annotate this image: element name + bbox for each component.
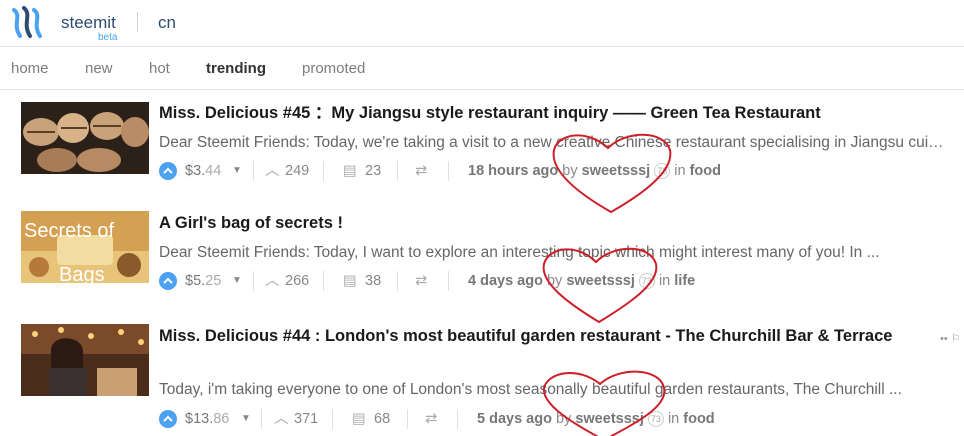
category-link[interactable]: food xyxy=(690,163,721,179)
post-title[interactable]: Miss. Delicious #44 : London's most beau… xyxy=(159,324,899,349)
post-time[interactable]: 18 hours ago xyxy=(468,163,558,179)
post-title[interactable]: Miss. Delicious #45 ：My Jiangsu style re… xyxy=(159,101,899,126)
tab-promoted[interactable]: promoted xyxy=(302,60,365,77)
in-label: in xyxy=(667,411,680,427)
payout-value[interactable]: $13.86 xyxy=(185,408,229,430)
category-link[interactable]: life xyxy=(674,273,695,289)
post-actions-icon[interactable]: •• ⚐ xyxy=(940,332,961,345)
author-link[interactable]: sweetsssj xyxy=(575,411,644,427)
steemit-logo-icon[interactable] xyxy=(10,6,46,40)
divider xyxy=(323,271,324,291)
by-label: by xyxy=(555,411,572,427)
tab-home[interactable]: home xyxy=(11,60,49,77)
comment-count[interactable]: 38 xyxy=(365,270,381,292)
upvote-icon[interactable] xyxy=(159,410,177,428)
reblog-icon[interactable]: ⇄ xyxy=(425,408,437,430)
caret-down-icon[interactable]: ▼ xyxy=(241,408,251,430)
divider xyxy=(253,271,254,291)
divider xyxy=(448,161,449,181)
chevron-up-icon: ︿ xyxy=(265,163,280,179)
chevron-up-icon: ︿ xyxy=(265,273,280,289)
in-label: in xyxy=(658,273,671,289)
thumb-text-line-1: Secrets of xyxy=(24,220,114,242)
sort-tabs: home new hot trending promoted xyxy=(0,48,964,90)
comments-icon[interactable]: ▤ xyxy=(352,408,366,430)
reblog-icon[interactable]: ⇄ xyxy=(415,270,427,292)
tab-trending[interactable]: trending xyxy=(206,60,266,77)
divider xyxy=(397,161,398,181)
reputation-badge: 73 xyxy=(647,411,664,428)
post-excerpt[interactable]: Dear Steemit Friends: Today, I want to e… xyxy=(159,243,949,263)
upvote-icon[interactable] xyxy=(159,162,177,180)
reblog-icon[interactable]: ⇄ xyxy=(415,160,427,182)
header-divider xyxy=(137,12,138,32)
post-thumbnail[interactable]: Secrets of Bags xyxy=(21,211,149,283)
reputation-badge: 73 xyxy=(654,163,671,180)
comments-icon[interactable]: ▤ xyxy=(343,270,357,292)
caret-down-icon[interactable]: ▼ xyxy=(232,270,242,292)
by-label: by xyxy=(546,273,563,289)
caret-down-icon[interactable]: ▼ xyxy=(232,160,242,182)
vote-count[interactable]: 266 xyxy=(285,270,309,292)
divider xyxy=(448,271,449,291)
post-excerpt[interactable]: Today, i'm taking everyone to one of Lon… xyxy=(159,380,949,400)
tab-new[interactable]: new xyxy=(85,60,113,77)
category-link[interactable]: food xyxy=(683,411,714,427)
channel-label[interactable]: cn xyxy=(158,13,176,33)
top-header: steemit beta cn xyxy=(0,0,964,47)
brand-name[interactable]: steemit xyxy=(61,13,116,33)
vote-count[interactable]: 371 xyxy=(294,408,318,430)
beta-label: beta xyxy=(98,32,118,43)
thumb-text-line-2: Bags xyxy=(59,264,105,283)
divider xyxy=(397,271,398,291)
post-meta: 18 hours ago by sweetsssj 73 in food xyxy=(468,160,721,182)
post-thumbnail[interactable] xyxy=(21,324,149,396)
post-title[interactable]: A Girl's bag of secrets ! xyxy=(159,211,899,236)
payout-value[interactable]: $5.25 xyxy=(185,270,221,292)
post-time[interactable]: 5 days ago xyxy=(477,411,552,427)
author-link[interactable]: sweetsssj xyxy=(582,163,651,179)
tab-hot[interactable]: hot xyxy=(149,60,170,77)
vote-count[interactable]: 249 xyxy=(285,160,309,182)
post-excerpt[interactable]: Dear Steemit Friends: Today, we're takin… xyxy=(159,133,949,153)
comments-icon[interactable]: ▤ xyxy=(343,160,357,182)
chevron-up-icon: ︿ xyxy=(274,411,289,427)
divider xyxy=(457,409,458,429)
post-meta: 4 days ago by sweetsssj 73 in life xyxy=(468,270,695,292)
divider xyxy=(261,409,262,429)
comment-count[interactable]: 23 xyxy=(365,160,381,182)
in-label: in xyxy=(674,163,686,179)
payout-value[interactable]: $3.44 xyxy=(185,160,221,182)
divider xyxy=(407,409,408,429)
by-label: by xyxy=(562,163,578,179)
divider xyxy=(332,409,333,429)
author-link[interactable]: sweetsssj xyxy=(566,273,635,289)
divider xyxy=(323,161,324,181)
post-time[interactable]: 4 days ago xyxy=(468,273,543,289)
post-thumbnail[interactable] xyxy=(21,102,149,174)
reputation-badge: 73 xyxy=(638,273,655,290)
comment-count[interactable]: 68 xyxy=(374,408,390,430)
post-meta: 5 days ago by sweetsssj 73 in food xyxy=(477,408,715,430)
divider xyxy=(253,161,254,181)
upvote-icon[interactable] xyxy=(159,272,177,290)
